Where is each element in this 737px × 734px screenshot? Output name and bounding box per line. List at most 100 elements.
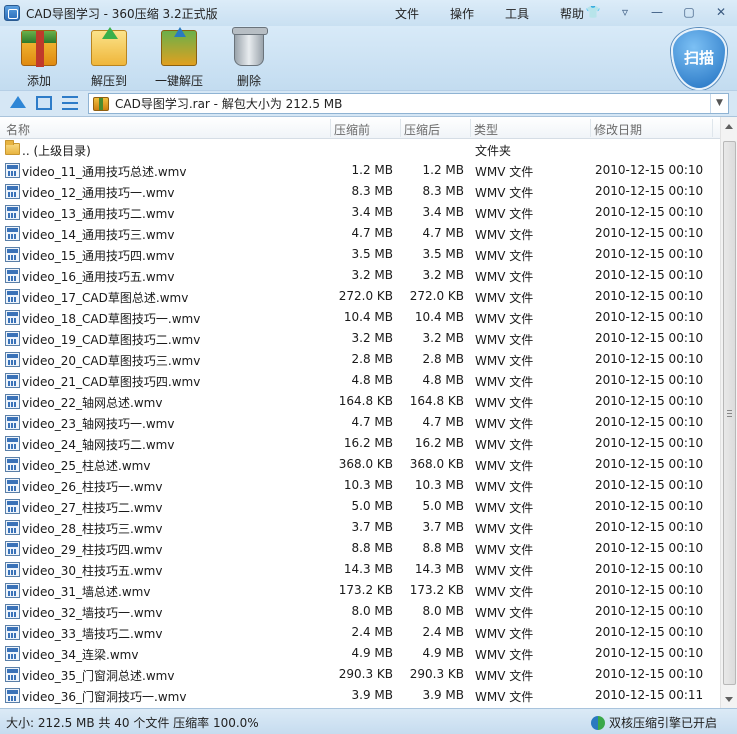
parent-dir-type: 文件夹: [475, 144, 512, 158]
file-type: WMV 文件: [475, 333, 534, 347]
file-row[interactable]: video_33_墙技巧二.wmv 2.4 MB 2.4 MB WMV 文件 2010-…: [0, 622, 720, 643]
file-row[interactable]: video_12_通用技巧一.wmv 8.3 MB 8.3 MB WMV 文件 2010…: [0, 181, 720, 202]
file-date: 2010-12-15 00:10: [595, 394, 704, 408]
file-row[interactable]: video_21_CAD草图技巧四.wmv 4.8 MB 4.8 MB WMV 文件 2…: [0, 370, 720, 391]
file-size-after: 2.4 MB: [422, 625, 464, 639]
file-date: 2010-12-15 00:10: [595, 667, 704, 681]
file-size-after: 3.2 MB: [422, 331, 464, 345]
file-name: video_23_轴网技巧一.wmv: [22, 417, 175, 431]
scroll-up-icon[interactable]: [725, 124, 733, 129]
file-row[interactable]: video_14_通用技巧三.wmv 4.7 MB 4.7 MB WMV 文件 2010…: [0, 223, 720, 244]
file-size-after: 4.8 MB: [422, 373, 464, 387]
menu-operate[interactable]: 操作: [450, 5, 474, 22]
file-row[interactable]: video_16_通用技巧五.wmv 3.2 MB 3.2 MB WMV 文件 2010…: [0, 265, 720, 286]
add-label: 添加: [26, 74, 51, 88]
column-modified[interactable]: 修改日期: [594, 121, 642, 138]
column-uncompressed[interactable]: 压缩后: [404, 121, 440, 138]
file-type: WMV 文件: [475, 501, 534, 515]
scroll-thumb[interactable]: [723, 141, 736, 685]
file-size-after: 1.2 MB: [422, 163, 464, 177]
wmv-file-icon: [5, 478, 20, 493]
file-row[interactable]: video_23_轴网技巧一.wmv 4.7 MB 4.7 MB WMV 文件 2010…: [0, 412, 720, 433]
thumbnail-view-icon[interactable]: [36, 96, 52, 110]
file-date: 2010-12-15 00:10: [595, 625, 704, 639]
column-header: 名称 压缩前 压缩后 类型 修改日期: [0, 117, 720, 139]
vertical-scrollbar[interactable]: [720, 117, 737, 709]
file-row[interactable]: video_15_通用技巧四.wmv 3.5 MB 3.5 MB WMV 文件 2010…: [0, 244, 720, 265]
file-size-before: 3.4 MB: [351, 205, 393, 219]
file-size-before: 2.4 MB: [351, 625, 393, 639]
chevron-down-icon[interactable]: ▼: [710, 94, 728, 113]
column-name[interactable]: 名称: [6, 121, 30, 138]
menu-tools[interactable]: 工具: [505, 5, 529, 22]
file-date: 2010-12-15 00:10: [595, 520, 704, 534]
file-size-before: 4.9 MB: [351, 646, 393, 660]
archive-path: CAD导图学习.rar - 解包大小为 212.5 MB: [115, 97, 343, 111]
file-row[interactable]: video_28_柱技巧三.wmv 3.7 MB 3.7 MB WMV 文件 2010-…: [0, 517, 720, 538]
file-date: 2010-12-15 00:10: [595, 310, 704, 324]
wmv-file-icon: [5, 562, 20, 577]
toolbar: 添加 解压到 一键解压 删除: [0, 26, 737, 90]
file-size-before: 173.2 KB: [338, 583, 393, 597]
column-compressed[interactable]: 压缩前: [334, 121, 370, 138]
maximize-button[interactable]: ▢: [677, 3, 701, 21]
list-view-icon[interactable]: [62, 96, 78, 110]
wmv-file-icon: [5, 604, 20, 619]
file-row[interactable]: video_17_CAD草图总述.wmv 272.0 KB 272.0 KB WMV …: [0, 286, 720, 307]
file-row[interactable]: video_26_柱技巧一.wmv 10.3 MB 10.3 MB WMV 文件 201…: [0, 475, 720, 496]
file-type: WMV 文件: [475, 186, 534, 200]
file-date: 2010-12-15 00:10: [595, 373, 704, 387]
address-bar: CAD导图学习.rar - 解包大小为 212.5 MB ▼: [0, 90, 737, 116]
engine-status[interactable]: 双核压缩引擎已开启: [590, 714, 717, 731]
file-row[interactable]: video_29_柱技巧四.wmv 8.8 MB 8.8 MB WMV 文件 2010-…: [0, 538, 720, 559]
app-logo-icon: [4, 5, 20, 21]
up-arrow-icon[interactable]: [10, 96, 26, 108]
file-row[interactable]: video_22_轴网总述.wmv 164.8 KB 164.8 KB WMV 文件 2…: [0, 391, 720, 412]
file-date: 2010-12-15 00:10: [595, 457, 704, 471]
file-date: 2010-12-15 00:10: [595, 163, 704, 177]
file-size-after: 4.9 MB: [422, 646, 464, 660]
file-row[interactable]: video_31_墙总述.wmv 173.2 KB 173.2 KB WMV 文件 20…: [0, 580, 720, 601]
delete-button[interactable]: 删除: [214, 27, 284, 89]
file-row[interactable]: video_19_CAD草图技巧二.wmv 3.2 MB 3.2 MB WMV 文件 2…: [0, 328, 720, 349]
scroll-down-icon[interactable]: [725, 697, 733, 702]
wmv-file-icon: [5, 667, 20, 682]
file-type: WMV 文件: [475, 669, 534, 683]
file-row[interactable]: video_18_CAD草图技巧一.wmv 10.4 MB 10.4 MB WMV 文…: [0, 307, 720, 328]
wmv-file-icon: [5, 373, 20, 388]
file-size-after: 173.2 KB: [409, 583, 464, 597]
file-size-before: 2.8 MB: [351, 352, 393, 366]
file-date: 2010-12-15 00:10: [595, 415, 704, 429]
extract-to-button[interactable]: 解压到: [74, 27, 144, 89]
file-date: 2010-12-15 00:10: [595, 184, 704, 198]
dropdown-icon[interactable]: ▿: [613, 3, 637, 21]
parent-dir-row[interactable]: .. (上级目录) 文件夹: [0, 139, 720, 160]
column-type[interactable]: 类型: [474, 121, 498, 138]
file-row[interactable]: video_20_CAD草图技巧三.wmv 2.8 MB 2.8 MB WMV 文件 2…: [0, 349, 720, 370]
file-row[interactable]: video_24_轴网技巧二.wmv 16.2 MB 16.2 MB WMV 文件 20…: [0, 433, 720, 454]
file-type: WMV 文件: [475, 564, 534, 578]
file-row[interactable]: video_35_门窗洞总述.wmv 290.3 KB 290.3 KB WMV 文件…: [0, 664, 720, 685]
file-row[interactable]: video_25_柱总述.wmv 368.0 KB 368.0 KB WMV 文件 20…: [0, 454, 720, 475]
close-button[interactable]: ✕: [709, 3, 733, 21]
menu-file[interactable]: 文件: [395, 5, 419, 22]
file-size-after: 4.7 MB: [422, 226, 464, 240]
file-type: WMV 文件: [475, 291, 534, 305]
skin-icon[interactable]: 👕: [581, 3, 605, 21]
file-row[interactable]: video_11_通用技巧总述.wmv 1.2 MB 1.2 MB WMV 文件 201…: [0, 160, 720, 181]
path-field[interactable]: CAD导图学习.rar - 解包大小为 212.5 MB ▼: [88, 93, 729, 114]
file-size-after: 10.4 MB: [414, 310, 464, 324]
file-row[interactable]: video_27_柱技巧二.wmv 5.0 MB 5.0 MB WMV 文件 2010-…: [0, 496, 720, 517]
file-row[interactable]: video_36_门窗洞技巧一.wmv 3.9 MB 3.9 MB WMV 文件 201…: [0, 685, 720, 706]
scan-label: 扫描: [683, 49, 714, 67]
minimize-button[interactable]: —: [645, 3, 669, 21]
file-row[interactable]: video_32_墙技巧一.wmv 8.0 MB 8.0 MB WMV 文件 2010-…: [0, 601, 720, 622]
file-row[interactable]: video_34_连梁.wmv 4.9 MB 4.9 MB WMV 文件 2010-12…: [0, 643, 720, 664]
add-button[interactable]: 添加: [4, 30, 74, 89]
file-row[interactable]: video_13_通用技巧二.wmv 3.4 MB 3.4 MB WMV 文件 2010…: [0, 202, 720, 223]
scan-button[interactable]: 扫描: [671, 28, 727, 90]
file-date: 2010-12-15 00:10: [595, 646, 704, 660]
wmv-file-icon: [5, 541, 20, 556]
file-row[interactable]: video_30_柱技巧五.wmv 14.3 MB 14.3 MB WMV 文件 201…: [0, 559, 720, 580]
one-key-extract-button[interactable]: 一键解压: [144, 27, 214, 89]
